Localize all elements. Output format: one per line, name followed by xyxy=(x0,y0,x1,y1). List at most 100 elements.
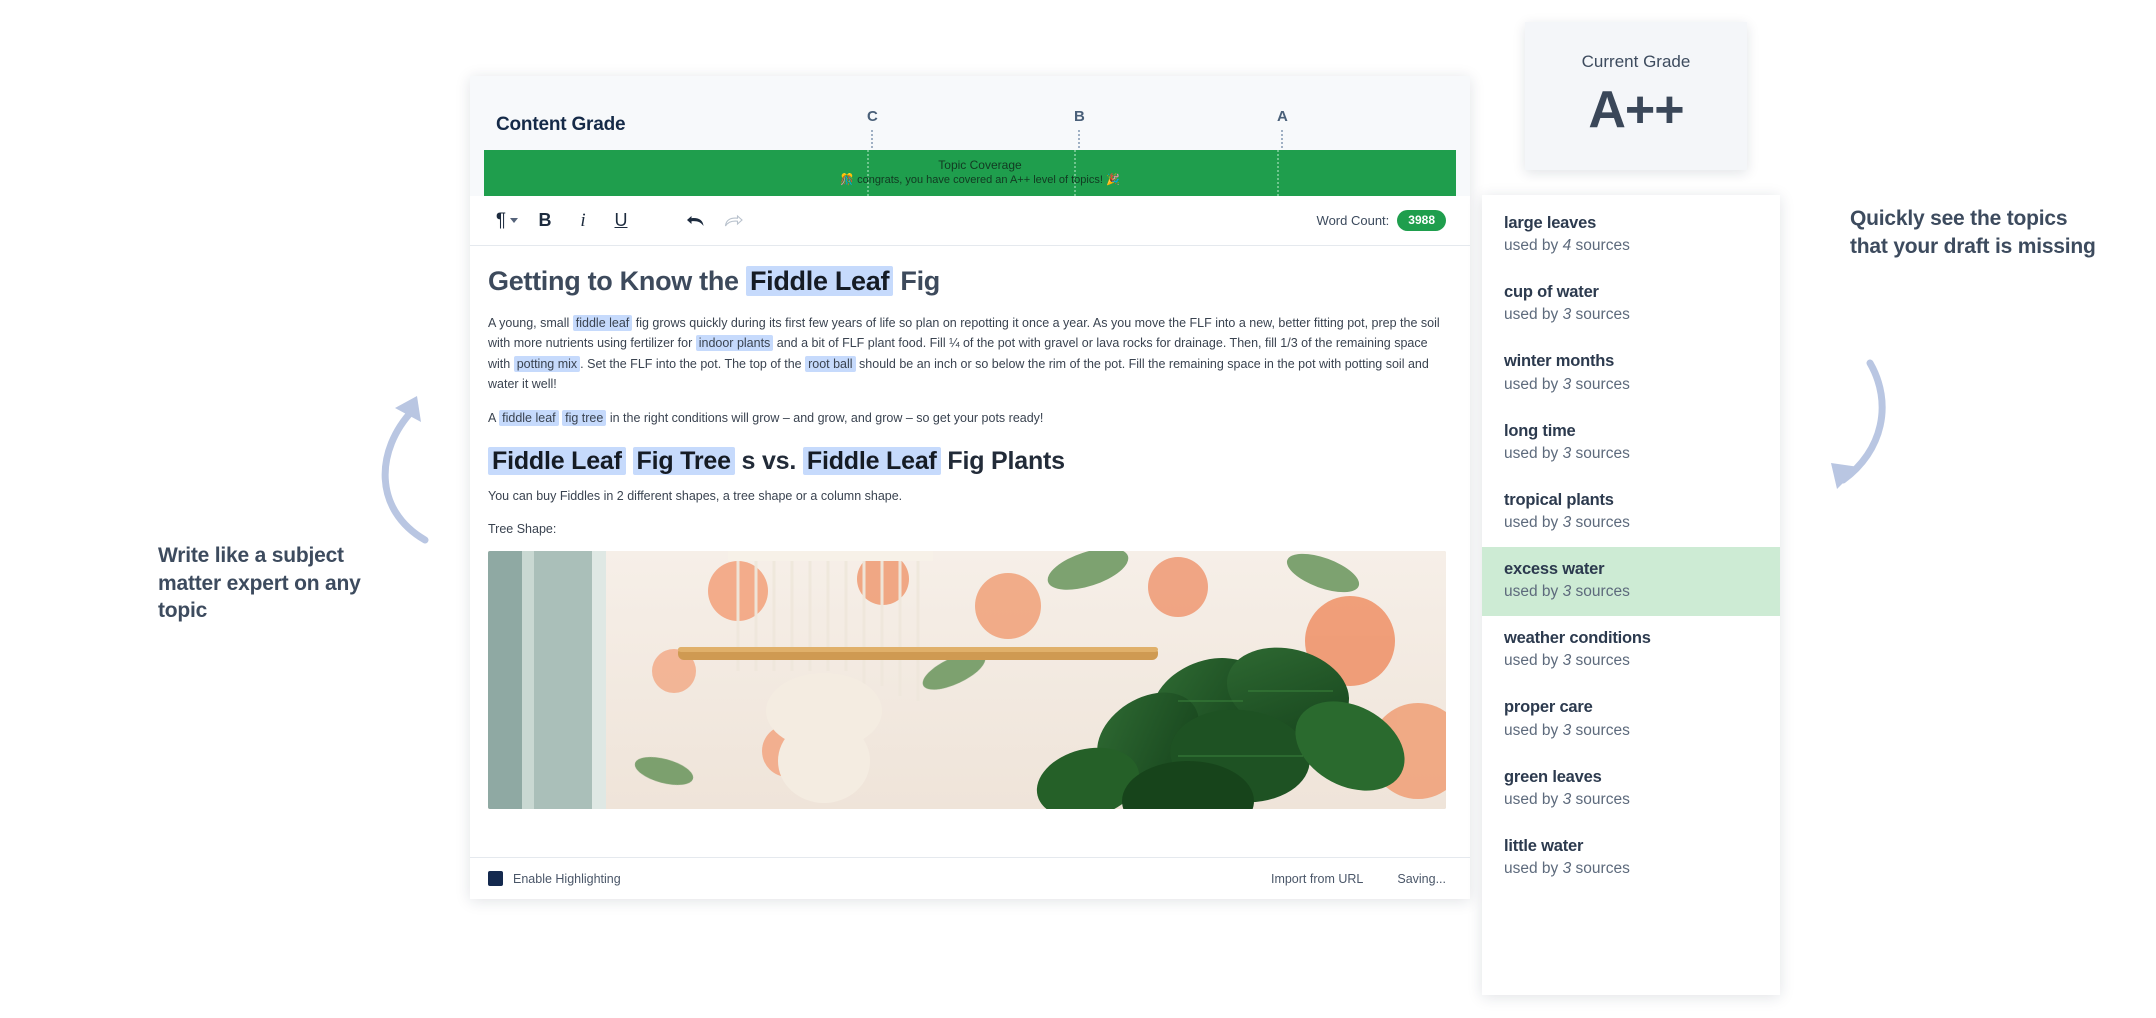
checkbox-icon[interactable] xyxy=(488,871,503,886)
arrow-left-annotation xyxy=(381,396,429,544)
current-grade-value: A++ xyxy=(1588,81,1684,139)
topics-panel[interactable]: large leaves used by 4 sources cup of wa… xyxy=(1482,195,1780,995)
word-count-badge: 3988 xyxy=(1397,210,1446,231)
topic-sources: used by 4 sources xyxy=(1504,236,1758,257)
document-body[interactable]: Getting to Know the Fiddle Leaf Fig A yo… xyxy=(470,246,1470,857)
topic-usedby-text: used by xyxy=(1504,444,1563,462)
topic-source-count: 3 xyxy=(1562,859,1572,877)
p1-highlight-indoor-plants: indoor plants xyxy=(695,335,774,352)
p1-highlight-root-ball: root ball xyxy=(805,355,856,372)
topic-sources: used by 3 sources xyxy=(1504,305,1758,326)
heading2-highlight-fiddle-leaf-1: Fiddle Leaf xyxy=(488,447,626,476)
redo-button[interactable] xyxy=(714,204,752,238)
chevron-down-icon xyxy=(510,218,519,223)
p1-highlight-fiddle-leaf: fiddle leaf xyxy=(572,315,633,332)
topic-sources-text: sources xyxy=(1571,306,1630,324)
heading1-pre: Getting to Know the xyxy=(488,266,746,296)
saving-status: Saving... xyxy=(1397,871,1446,886)
p1-highlight-potting-mix: potting mix xyxy=(513,355,581,372)
topic-source-count: 3 xyxy=(1562,652,1572,670)
editor-footer: Enable Highlighting Import from URL Savi… xyxy=(470,857,1470,899)
topic-coverage-content: Topic Coverage 🎊 congrats, you have cove… xyxy=(484,150,1456,196)
arrow-right-annotation xyxy=(1831,359,1886,489)
topic-item[interactable]: winter months used by 3 sources xyxy=(1482,339,1780,408)
topic-item[interactable]: tropical plants used by 3 sources xyxy=(1482,478,1780,547)
document-image-fiddle-leaf-fig xyxy=(488,550,1446,809)
topic-name: excess water xyxy=(1504,559,1605,578)
topic-item[interactable]: weather conditions used by 3 sources xyxy=(1482,616,1780,685)
topic-sources: used by 3 sources xyxy=(1504,513,1758,534)
p2-highlight-fig-tree: fig tree xyxy=(562,410,607,427)
topic-sources: used by 3 sources xyxy=(1504,375,1758,396)
topic-item[interactable]: little water used by 3 sources xyxy=(1482,824,1780,893)
undo-icon xyxy=(686,215,703,226)
paragraph-style-dropdown[interactable]: ¶ xyxy=(488,204,526,238)
topic-sources: used by 3 sources xyxy=(1504,582,1758,603)
undo-button[interactable] xyxy=(676,204,714,238)
topic-coverage-title: Topic Coverage xyxy=(938,158,1022,172)
topic-source-count: 3 xyxy=(1562,306,1572,324)
underline-button[interactable]: U xyxy=(602,204,640,238)
topic-source-count: 4 xyxy=(1562,237,1572,255)
heading1-highlight: Fiddle Leaf xyxy=(745,266,894,296)
heading2-mid: s vs. xyxy=(734,447,803,476)
topic-name: large leaves xyxy=(1504,214,1597,232)
current-grade-label: Current Grade xyxy=(1581,52,1691,71)
document-paragraph-4: Tree Shape: xyxy=(488,521,557,536)
topic-source-count: 3 xyxy=(1562,514,1572,532)
topic-source-count: 3 xyxy=(1562,444,1572,462)
p2-s3: in the right conditions will grow – and … xyxy=(606,411,1044,426)
topic-usedby-text: used by xyxy=(1504,790,1563,808)
content-grade-header: Content Grade C B A xyxy=(484,104,1456,160)
heading1-post: Fig xyxy=(893,266,940,296)
topic-coverage-bar: Topic Coverage 🎊 congrats, you have cove… xyxy=(484,150,1456,196)
topic-sources: used by 3 sources xyxy=(1504,651,1758,672)
document-heading-1: Getting to Know the Fiddle Leaf Fig xyxy=(488,266,1446,297)
topic-item[interactable]: cup of water used by 3 sources xyxy=(1482,270,1780,339)
topic-usedby-text: used by xyxy=(1504,583,1563,601)
document-heading-2: Fiddle Leaf Fig Tree s vs. Fiddle Leaf F… xyxy=(488,446,1446,476)
topic-item[interactable]: long time used by 3 sources xyxy=(1482,409,1780,478)
bold-button[interactable]: B xyxy=(526,204,564,238)
topic-sources-text: sources xyxy=(1571,375,1630,393)
editor-card: Content Grade C B A Topic Coverage 🎊 con… xyxy=(470,76,1470,899)
topic-item-active[interactable]: excess water used by 3 sources xyxy=(1482,546,1780,617)
app-screenshot: Content Grade C B A Topic Coverage 🎊 con… xyxy=(0,0,2156,1018)
import-from-url-button[interactable]: Import from URL xyxy=(1271,872,1363,886)
topic-item[interactable]: green leaves used by 3 sources xyxy=(1482,755,1780,824)
topic-name: winter months xyxy=(1504,352,1615,371)
content-grade-title: Content Grade xyxy=(496,114,626,135)
topic-sources-text: sources xyxy=(1571,444,1630,462)
topic-sources-text: sources xyxy=(1571,859,1630,877)
document-paragraph-1: A young, small fiddle leaf fig grows qui… xyxy=(488,313,1446,394)
annotation-left: Write like a subject matter expert on an… xyxy=(158,544,361,623)
italic-button[interactable]: i xyxy=(564,204,602,238)
document-paragraph-2: A fiddle leaf fig tree in the right cond… xyxy=(488,408,1446,428)
plant-photo xyxy=(488,550,1446,809)
annotation-right: Quickly see the topics that your draft i… xyxy=(1850,207,2096,258)
topic-usedby-text: used by xyxy=(1504,721,1563,739)
heading2-highlight-fiddle-leaf-2: Fiddle Leaf xyxy=(802,447,941,476)
grade-tick-a-label: A xyxy=(1277,108,1288,125)
word-count-label: Word Count: xyxy=(1316,213,1390,228)
redo-icon xyxy=(724,214,743,226)
paragraph-icon: ¶ xyxy=(495,209,507,231)
topic-item[interactable]: proper care used by 3 sources xyxy=(1482,685,1780,754)
p2-highlight-fiddle-leaf: fiddle leaf xyxy=(499,410,559,427)
topic-sources-text: sources xyxy=(1571,652,1630,670)
footer-actions: Import from URL Saving... xyxy=(1271,872,1446,886)
topic-name: long time xyxy=(1504,421,1576,440)
enable-highlighting-toggle[interactable]: Enable Highlighting xyxy=(488,871,621,886)
p2-s1: A xyxy=(488,411,500,426)
topic-usedby-text: used by xyxy=(1504,375,1563,393)
topic-name: green leaves xyxy=(1504,767,1602,786)
editor-toolbar: ¶ B i U Word Count: 3988 xyxy=(470,196,1470,246)
topic-name: cup of water xyxy=(1504,283,1599,302)
enable-highlighting-label: Enable Highlighting xyxy=(513,871,621,886)
p1-s1: A young, small xyxy=(488,316,573,331)
topic-name: proper care xyxy=(1504,698,1593,717)
topic-sources-text: sources xyxy=(1571,514,1630,532)
topic-item[interactable]: large leaves used by 4 sources xyxy=(1482,201,1780,270)
topic-usedby-text: used by xyxy=(1504,652,1563,670)
topic-usedby-text: used by xyxy=(1504,514,1563,532)
